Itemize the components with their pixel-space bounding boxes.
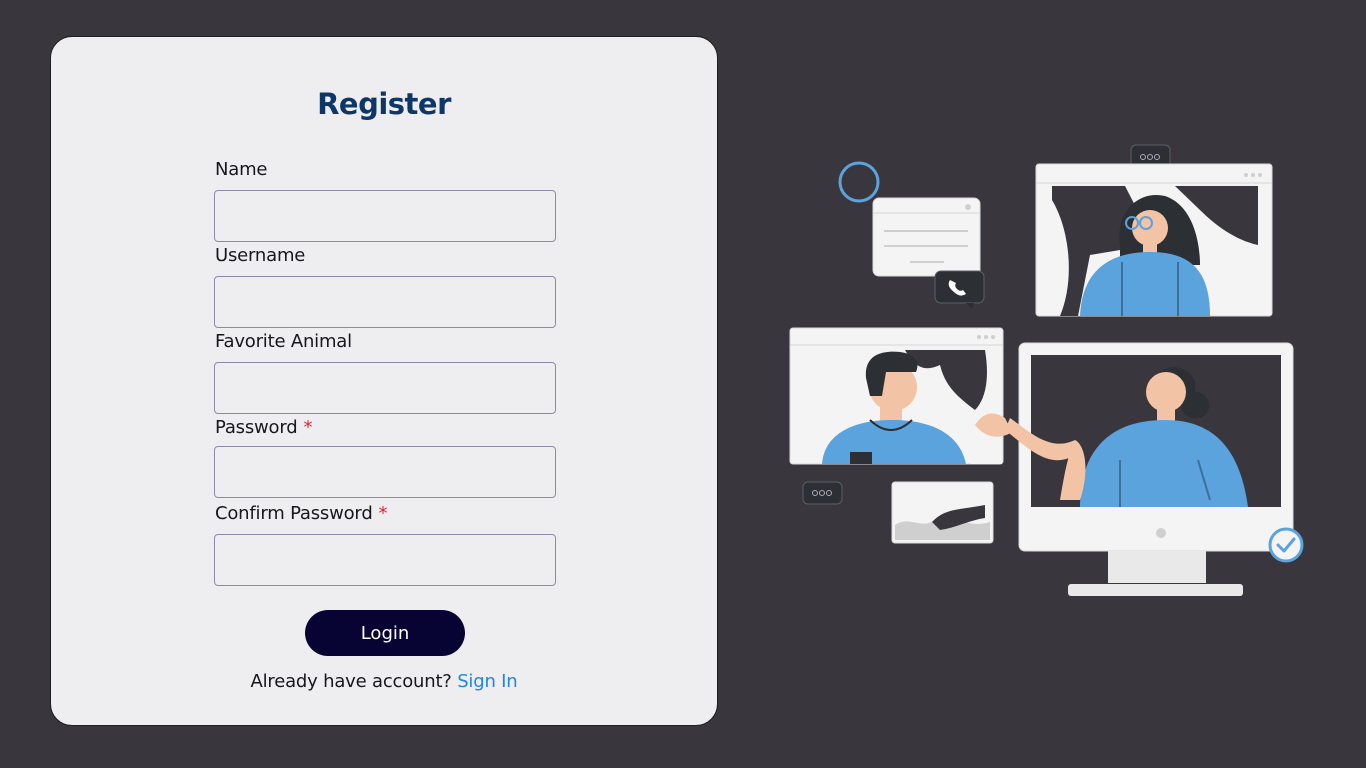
name-label: Name [215, 159, 268, 180]
required-marker: * [378, 503, 388, 524]
required-marker: * [303, 417, 313, 438]
video-conference-illustration [789, 144, 1304, 596]
confirm-password-label: Confirm Password * [215, 503, 388, 524]
note-card [872, 197, 981, 277]
username-input[interactable] [214, 276, 556, 328]
signin-prompt: Already have account? Sign In [51, 671, 717, 692]
name-input[interactable] [214, 190, 556, 242]
phone-bubble-icon [934, 270, 985, 309]
confirm-password-input[interactable] [214, 534, 556, 586]
sign-in-link[interactable]: Sign In [457, 671, 518, 692]
chat-bubble-icon [802, 481, 843, 505]
password-input[interactable] [214, 446, 556, 498]
page-title: Register [317, 87, 451, 121]
check-badge-icon [1268, 527, 1304, 563]
decorative-ring [838, 161, 880, 203]
password-label: Password * [215, 417, 313, 438]
account-prompt-text: Already have account? [250, 671, 452, 692]
image-card [891, 481, 994, 544]
username-label: Username [215, 245, 306, 266]
register-card: Register Name Username Favorite Animal P… [50, 36, 718, 726]
video-window-man [789, 327, 1004, 465]
video-window-woman [1035, 163, 1273, 317]
monitor-presenter [975, 342, 1294, 596]
favorite-animal-input[interactable] [214, 362, 556, 414]
favorite-animal-label: Favorite Animal [215, 331, 352, 352]
login-button[interactable]: Login [305, 610, 465, 656]
